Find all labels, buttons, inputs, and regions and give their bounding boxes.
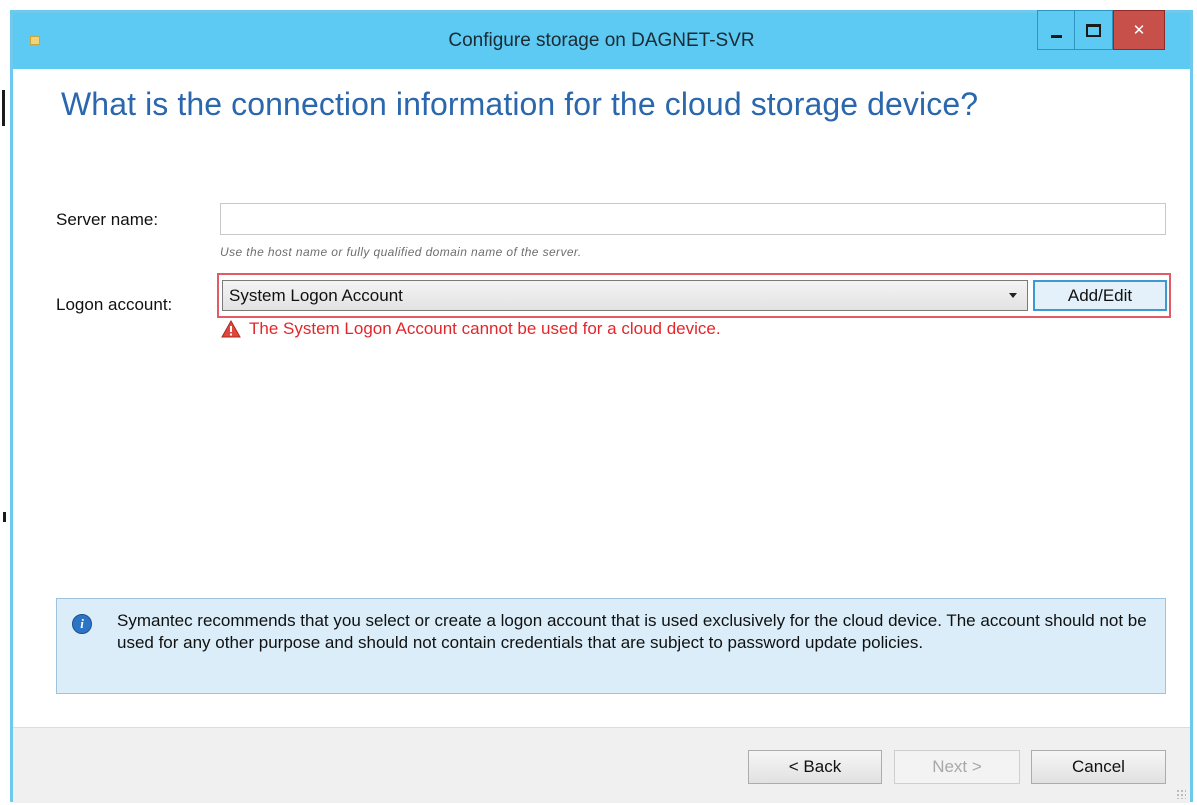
window-title: Configure storage on DAGNET-SVR [448,30,755,51]
background-window-edge [2,90,5,126]
info-text: Symantec recommends that you select or c… [117,611,1147,652]
server-name-label: Server name: [56,210,159,229]
next-button[interactable]: Next > [894,750,1020,784]
minimize-button[interactable] [1037,10,1075,50]
info-icon: i [72,614,92,634]
error-message: The System Logon Account cannot be used … [249,319,721,338]
close-icon: ✕ [1132,21,1146,39]
logon-account-value: System Logon Account [229,286,403,305]
minimize-icon [1050,34,1062,38]
server-name-input[interactable] [220,203,1166,235]
maximize-button[interactable] [1075,10,1113,50]
background-window-edge [3,512,6,522]
logon-account-label: Logon account: [56,295,173,314]
server-name-hint: Use the host name or fully qualified dom… [220,245,582,259]
footer-bar: < Back Next > Cancel [13,727,1190,803]
background-strip [0,0,1197,10]
validation-error: The System Logon Account cannot be used … [221,319,721,339]
close-button[interactable]: ✕ [1113,10,1165,50]
add-edit-button[interactable]: Add/Edit [1033,280,1167,311]
maximize-icon [1086,23,1101,37]
cancel-button[interactable]: Cancel [1031,750,1166,784]
back-button[interactable]: < Back [748,750,882,784]
page-heading: What is the connection information for t… [61,86,979,122]
warning-icon [221,320,241,338]
wizard-window: Configure storage on DAGNET-SVR ✕ What i… [10,10,1193,803]
title-bar[interactable]: Configure storage on DAGNET-SVR ✕ [13,10,1190,69]
chevron-down-icon[interactable] [1009,293,1017,298]
resize-grip[interactable] [1176,789,1186,799]
info-panel: i Symantec recommends that you select or… [56,598,1166,694]
logon-account-select[interactable]: System Logon Account [222,280,1028,311]
